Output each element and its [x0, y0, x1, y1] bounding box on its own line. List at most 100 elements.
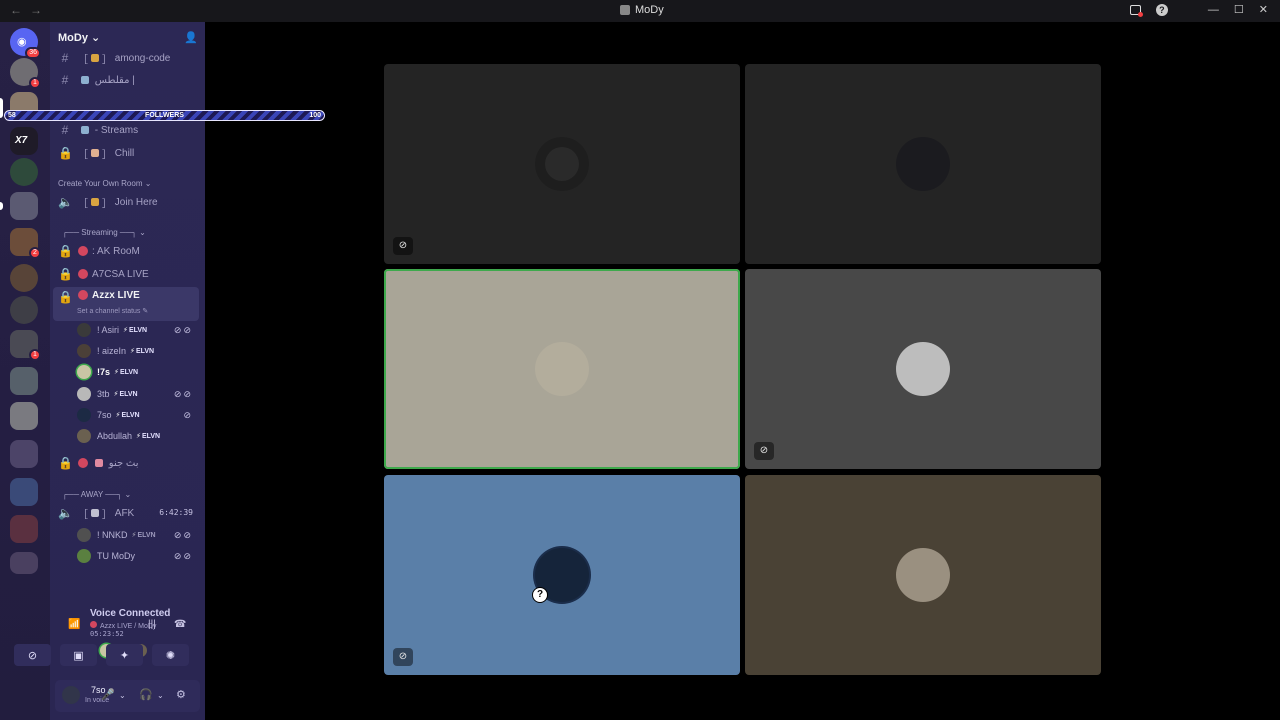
bolt-icon: ⚡ [115, 412, 121, 419]
server-name[interactable]: MoDy ⌄ [58, 31, 100, 44]
server-folder[interactable] [10, 552, 38, 574]
server-folder[interactable] [10, 367, 38, 395]
server-folder[interactable] [10, 402, 38, 430]
home-button[interactable]: ◉ 36 [10, 28, 41, 59]
signal-icon[interactable]: 📶 [68, 619, 80, 630]
voice-connected-title[interactable]: Voice Connected [90, 608, 170, 619]
participant-avatar [896, 342, 950, 396]
avatar [77, 387, 91, 401]
voice-user-row[interactable]: ! NNKD ⚡ ELVN ⊘⊘ [77, 527, 193, 543]
emoji-icon [91, 509, 99, 517]
maximize-button[interactable]: ☐ [1234, 3, 1244, 16]
soundboard-icon: ✺ [165, 649, 176, 662]
channel-streams[interactable]: # - Streams [58, 121, 138, 139]
hash-icon: # [61, 51, 69, 65]
lock-icon: 🔒 [58, 267, 73, 281]
participant-tile-speaking[interactable] [384, 269, 740, 469]
category-away[interactable]: ┌── AWAY ──┐ ⌄ [62, 490, 131, 499]
server-folder[interactable]: 1 [10, 330, 41, 361]
camera-off-icon: ⊘ [393, 237, 413, 255]
mute-icon: ⊘ [393, 648, 413, 666]
channel-among-code[interactable]: # ［ ］ among-code [58, 49, 171, 67]
participant-tile[interactable]: ? ⊘ [384, 475, 740, 675]
user-avatar[interactable] [62, 686, 80, 704]
channel-ak-room[interactable]: 🔒: AK RooM [58, 242, 140, 260]
help-icon[interactable]: ? [1155, 3, 1168, 16]
channel-afk[interactable]: 🔈 ［ ］ AFK [58, 504, 134, 522]
participant-tile[interactable]: ⊘ [745, 269, 1101, 469]
server-folder[interactable] [10, 515, 38, 543]
participant-tile[interactable]: ⊘ [384, 64, 740, 264]
server-folder[interactable] [10, 192, 38, 220]
chevron-down-icon[interactable]: ⌄ [119, 691, 126, 700]
activities-icon: ✦ [119, 649, 130, 662]
channel-chill[interactable]: 🔒 ［ ］ Chill [58, 144, 134, 162]
bolt-icon: ⚡ [123, 327, 128, 334]
camera-off-button[interactable]: ⊘ [14, 644, 51, 666]
screen-share-button[interactable]: ▣ [60, 644, 97, 666]
close-button[interactable]: ✕ [1259, 3, 1268, 16]
live-dot [78, 290, 88, 300]
bolt-icon: ⚡ [114, 369, 119, 376]
server-folder[interactable] [10, 478, 38, 506]
voice-user-row[interactable]: Abdullah ⚡ ELVN [77, 428, 193, 444]
minimize-button[interactable]: — [1208, 4, 1219, 16]
avatar [77, 549, 91, 563]
avatar [77, 408, 91, 422]
chevron-down-icon[interactable]: ⌄ [157, 691, 164, 700]
activities-button[interactable]: ✦ [106, 644, 143, 666]
forward-icon[interactable]: → [30, 3, 42, 17]
invite-user-icon[interactable]: 👤 [184, 31, 198, 44]
channel-label: : AK RooM [92, 245, 140, 257]
channel-sidebar: MoDy ⌄ 👤 # ［ ］ among-code # مقلطس | # - St… [50, 22, 205, 720]
lock-icon: 🔒 [58, 456, 73, 470]
server-icon[interactable]: 1 [10, 58, 41, 89]
camera-off-icon: ⊘ [27, 649, 38, 662]
follower-label: FOLLWERS [145, 112, 184, 119]
voice-channel-path[interactable]: Azzx LIVE / MoDy [90, 621, 156, 630]
category-streaming[interactable]: ┌── Streaming ──┐ ⌄ [62, 228, 146, 237]
mute-icon: ⊘ [183, 409, 193, 420]
disconnect-icon[interactable]: ☎ [174, 619, 186, 630]
channel-azzx-live[interactable]: 🔒 Azzx LIVE [53, 287, 199, 321]
voice-connected-panel: 📶 Voice Connected Azzx LIVE / MoDy 05:23… [50, 592, 205, 692]
channel-label: - Streams [94, 124, 139, 136]
server-icon[interactable] [10, 264, 38, 292]
voice-user-row[interactable]: 3tb ⚡ ELVN ⊘⊘ [77, 386, 193, 402]
voice-user-row[interactable]: ! aizeIn ⚡ ELVN [77, 343, 193, 359]
server-badge: 1 [29, 77, 41, 89]
soundboard-button[interactable]: ✺ [152, 644, 189, 666]
participant-avatar [896, 548, 950, 602]
server-icon[interactable] [10, 296, 38, 324]
unread-pill [0, 202, 3, 210]
channel-join-here[interactable]: 🔈 ［ ］ Join Here [58, 193, 158, 211]
emoji-icon [91, 54, 99, 62]
voice-user-row[interactable]: TU MoDy ⊘⊘ [77, 548, 193, 564]
title-bar: ← → MoDy ? — ☐ ✕ [0, 0, 1280, 22]
voice-user-row[interactable]: 7so ⚡ ELVN ⊘ [77, 407, 193, 423]
voice-user-row[interactable]: ! Asiri ⚡ ELVN ⊘⊘ [77, 322, 193, 338]
noise-suppression-icon[interactable]: ||| [148, 619, 156, 630]
channel-a7csa-live[interactable]: 🔒 A7CSA LIVE [58, 265, 149, 283]
channel-arabic[interactable]: # مقلطس | [58, 71, 135, 89]
lock-icon: 🔒 [58, 146, 73, 160]
settings-gear-icon[interactable]: ⚙ [176, 688, 186, 701]
back-icon[interactable]: ← [10, 3, 22, 17]
inbox-icon[interactable] [1129, 4, 1143, 17]
live-dot [78, 246, 88, 256]
avatar [77, 344, 91, 358]
channel-arabic-stream[interactable]: 🔒 بث جنو [58, 454, 139, 472]
window-title-text: MoDy [635, 4, 664, 16]
mute-mic-icon[interactable]: 🎤 [101, 688, 115, 701]
server-badge: 1 [29, 349, 41, 361]
channel-status[interactable]: Set a channel status ✎ [77, 307, 148, 315]
participant-tile[interactable] [745, 475, 1101, 675]
server-icon[interactable] [10, 158, 38, 186]
category-create-room[interactable]: Create Your Own Room ⌄ [58, 179, 151, 188]
voice-user-row[interactable]: !7s ⚡ ELVN [77, 364, 193, 380]
participant-tile[interactable] [745, 64, 1101, 264]
headphones-icon[interactable]: 🎧 [139, 688, 153, 701]
server-icon-x7[interactable]: X7 [10, 127, 38, 155]
server-folder[interactable] [10, 440, 38, 468]
server-folder[interactable]: 2 [10, 228, 41, 259]
